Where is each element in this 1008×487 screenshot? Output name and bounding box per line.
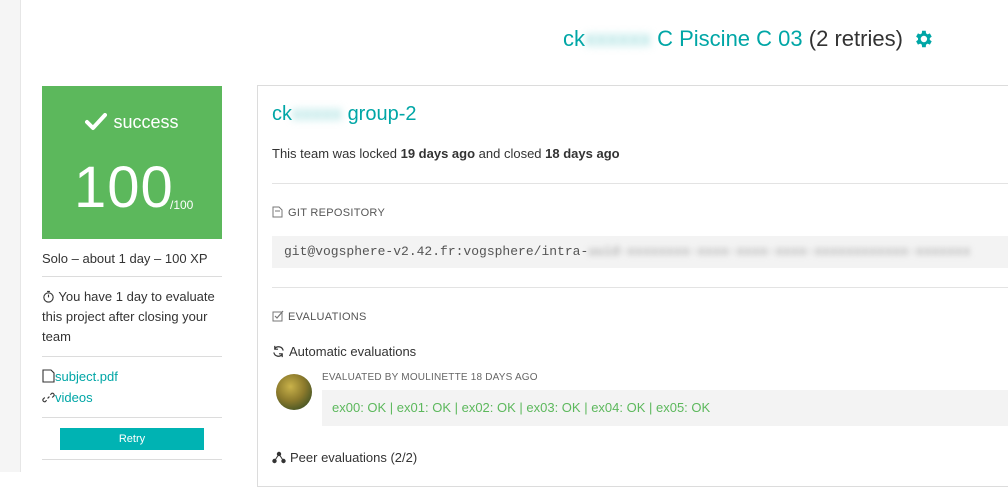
repository-url[interactable]: git@vogsphere-v2.42.fr:vogsphere/intra-u… xyxy=(272,236,1008,268)
project-title-link[interactable]: ckxxxxxx C Piscine C 03 xyxy=(563,26,803,51)
evaluations-title: EVALUATIONS xyxy=(288,311,367,323)
moulinette-result: ex00: OK | ex01: OK | ex02: OK | ex03: O… xyxy=(322,390,1008,426)
project-name: C Piscine C 03 xyxy=(657,26,803,51)
closed-ago: 18 days ago xyxy=(545,146,620,161)
evaluation-note: You have 1 day to evaluate this project … xyxy=(42,287,222,347)
locked-label: This team was locked xyxy=(272,146,401,161)
user-login: ck xyxy=(563,26,585,51)
team-panel: ckxxxxx group-2 This team was locked 19 … xyxy=(257,85,1008,487)
team-name-hidden: xxxxx xyxy=(292,103,342,125)
stopwatch-icon xyxy=(43,290,54,303)
link-icon xyxy=(42,392,55,403)
retry-button[interactable]: Retry xyxy=(60,428,204,450)
peer-evaluations-heading: Peer evaluations (2/2) xyxy=(272,450,417,465)
subject-row[interactable]: subject.pdf xyxy=(42,367,222,387)
document-icon xyxy=(42,369,55,383)
repository-icon xyxy=(272,206,283,218)
checkbox-icon xyxy=(272,310,284,322)
score-box: success 100 /100 xyxy=(42,86,222,239)
videos-row[interactable]: videos xyxy=(42,388,222,408)
team-name[interactable]: ckxxxxx group-2 xyxy=(272,103,417,126)
evaluator-info: EVALUATED BY MOULINETTE 18 DAYS AGO xyxy=(322,372,538,383)
status-text: success xyxy=(113,112,179,132)
check-icon xyxy=(85,113,108,130)
subject-link[interactable]: subject.pdf xyxy=(55,369,118,384)
divider xyxy=(42,459,222,460)
evaluation-note-text: You have 1 day to evaluate this project … xyxy=(42,289,215,344)
divider xyxy=(42,276,222,277)
evaluations-heading: EVALUATIONS xyxy=(272,310,367,323)
status-label: success xyxy=(42,112,222,133)
divider xyxy=(42,356,222,357)
team-status: This team was locked 19 days ago and clo… xyxy=(272,146,620,161)
moulinette-avatar[interactable] xyxy=(276,374,312,410)
team-name-suffix: group-2 xyxy=(347,103,417,125)
score-value: 100 xyxy=(74,155,174,220)
team-name-prefix: ck xyxy=(272,103,292,125)
git-repository-title: GIT REPOSITORY xyxy=(288,207,386,219)
automatic-evaluations-title: Automatic evaluations xyxy=(289,344,417,359)
git-repository-heading: GIT REPOSITORY xyxy=(272,206,385,219)
left-gutter xyxy=(0,0,21,472)
project-summary: Solo – about 1 day – 100 XP xyxy=(42,251,208,266)
gear-icon[interactable] xyxy=(912,28,934,50)
divider xyxy=(272,183,1008,184)
retries-count: (2 retries) xyxy=(808,26,903,51)
refresh-icon xyxy=(273,345,284,358)
score-max: /100 xyxy=(170,198,194,212)
videos-link[interactable]: videos xyxy=(55,390,93,405)
project-header: ckxxxxxx C Piscine C 03 (2 retries) xyxy=(563,26,903,52)
network-icon xyxy=(272,451,286,464)
repository-url-hidden: uuid-xxxxxxxx-xxxx-xxxx-xxxx-xxxxxxxxxxx… xyxy=(588,244,971,259)
divider xyxy=(272,287,1008,288)
peer-evaluations-title: Peer evaluations (2/2) xyxy=(290,450,418,465)
divider xyxy=(42,417,222,418)
automatic-evaluations-heading: Automatic evaluations xyxy=(272,344,416,359)
locked-ago: 19 days ago xyxy=(400,146,476,161)
repository-url-text: git@vogsphere-v2.42.fr:vogsphere/intra- xyxy=(284,244,589,259)
user-login-hidden: xxxxxx xyxy=(585,26,651,51)
closed-label: and closed xyxy=(475,146,546,161)
